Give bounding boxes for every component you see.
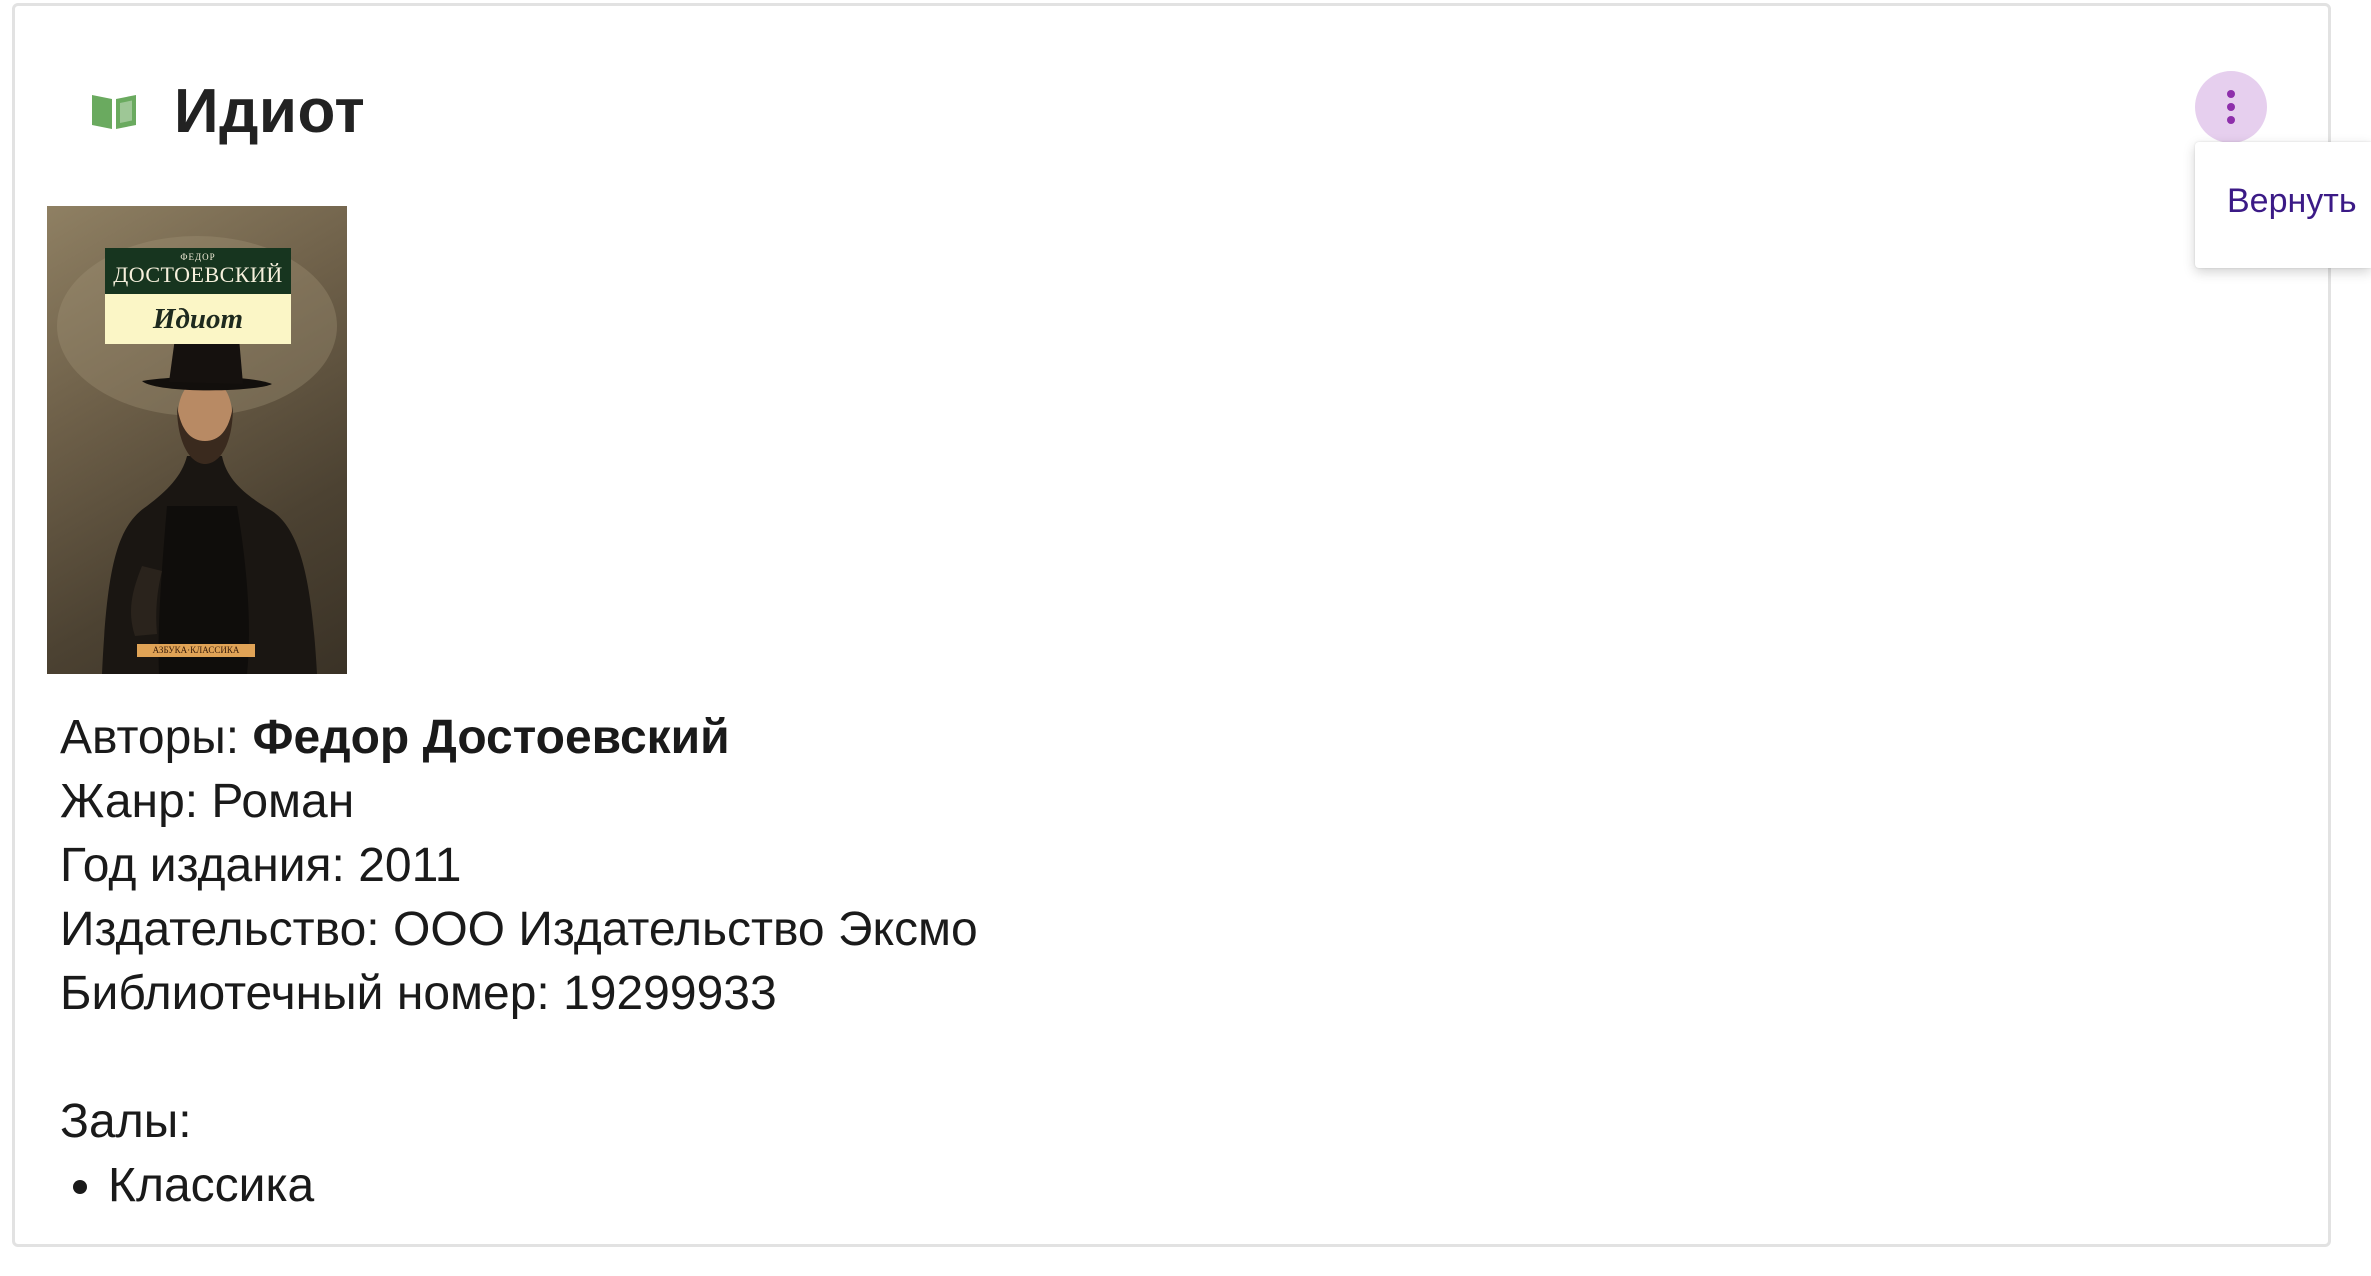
library-number-line: Библиотечный номер: 19299933 <box>60 967 777 1020</box>
authors-label: Авторы: <box>60 711 253 764</box>
book-cover-image: ФЕДОР ДОСТОЕВСКИЙ Идиот АЗБУКА·КЛАССИКА <box>47 206 347 674</box>
authors-value: Федор Достоевский <box>252 711 730 764</box>
cover-publisher: АЗБУКА·КЛАССИКА <box>137 644 255 657</box>
menu-item-return[interactable]: Вернуть <box>2227 182 2357 221</box>
authors-line: Авторы: Федор Достоевский <box>60 706 978 770</box>
genre-line: Жанр: Роман <box>60 775 355 828</box>
book-details: Авторы: Федор Достоевский Жанр: Роман Го… <box>60 706 978 1218</box>
hall-item: Классика <box>108 1154 978 1218</box>
publisher-line: Издательство: ООО Издательство Эксмо <box>60 903 978 956</box>
cover-author-last-name: ДОСТОЕВСКИЙ <box>113 262 283 287</box>
halls-label: Залы: <box>60 1095 192 1148</box>
open-book-icon <box>90 85 150 137</box>
year-line: Год издания: 2011 <box>60 839 462 892</box>
more-menu-dropdown: Вернуть <box>2195 142 2371 268</box>
card-header: Идиот <box>80 66 365 156</box>
book-title: Идиот <box>174 76 366 146</box>
more-menu-button[interactable] <box>2195 71 2267 143</box>
book-card: Идиот ФЕДОР ДОСТОЕВСКИЙ Идиот АЗБУКА·КЛА… <box>12 3 2331 1247</box>
cover-author-band: ФЕДОР ДОСТОЕВСКИЙ <box>105 248 291 294</box>
halls-list: Классика <box>60 1154 978 1218</box>
cover-author-first-name: ФЕДОР <box>180 252 216 262</box>
more-vertical-icon <box>2227 90 2235 124</box>
cover-title: Идиот <box>105 294 291 344</box>
